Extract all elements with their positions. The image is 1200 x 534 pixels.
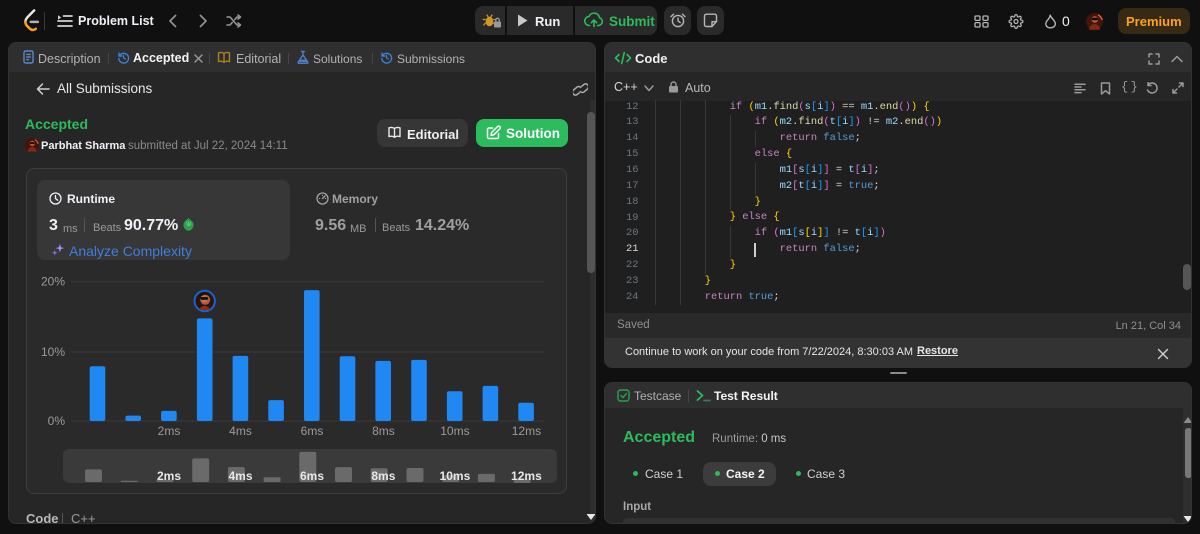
- svg-text:0%: 0%: [48, 414, 66, 428]
- svg-text:12ms: 12ms: [511, 469, 542, 483]
- svg-text:6ms: 6ms: [301, 424, 324, 438]
- svg-text:12ms: 12ms: [512, 424, 541, 438]
- svg-text:8ms: 8ms: [371, 469, 395, 483]
- svg-text:10ms: 10ms: [440, 469, 471, 483]
- svg-text:10ms: 10ms: [440, 424, 469, 438]
- svg-text:4ms: 4ms: [228, 469, 252, 483]
- svg-text:4ms: 4ms: [229, 424, 252, 438]
- svg-text:20%: 20%: [41, 275, 65, 289]
- svg-text:2ms: 2ms: [157, 469, 181, 483]
- svg-text:10%: 10%: [41, 345, 65, 359]
- svg-text:8ms: 8ms: [372, 424, 395, 438]
- svg-text:6ms: 6ms: [300, 469, 324, 483]
- svg-text:2ms: 2ms: [158, 424, 181, 438]
